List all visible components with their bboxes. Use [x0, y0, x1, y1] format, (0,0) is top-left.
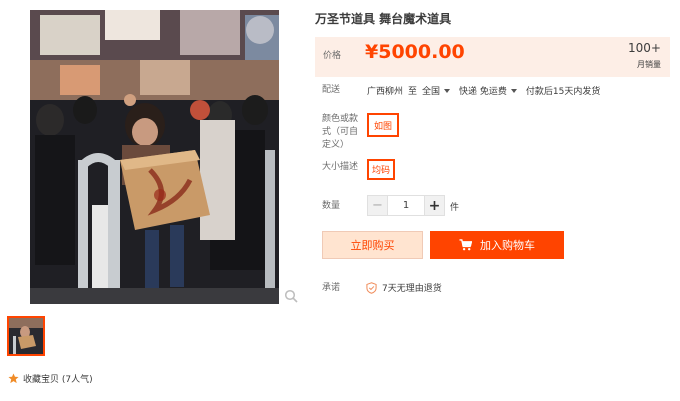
monthly-sales-count: 100+ [628, 41, 661, 55]
zoom-icon[interactable] [284, 289, 298, 303]
favorite-text: 收藏宝贝 (7人气) [23, 375, 93, 385]
product-thumbnail[interactable] [7, 316, 45, 356]
monthly-sales-label: 月销量 [637, 60, 661, 69]
ship-from: 广西柳州 [367, 87, 404, 97]
thumbnail-image [9, 318, 43, 354]
promise-text: 7天无理由退货 [382, 284, 442, 294]
promise-badge: 7天无理由退货 [366, 281, 442, 294]
quantity-unit: 件 [450, 203, 460, 213]
quantity-stepper: − 1 + [367, 195, 445, 216]
add-to-cart-button[interactable]: 加入购物车 [430, 231, 564, 259]
product-title: 万圣节道具 舞台魔术道具 [315, 12, 452, 26]
shipping-label: 配送 [322, 85, 341, 95]
dispatch-time: 付款后15天内发货 [525, 87, 601, 97]
quantity-decrease-button[interactable]: − [368, 196, 388, 215]
ship-method[interactable]: 快递 免运费 [459, 84, 507, 97]
star-icon [8, 373, 19, 384]
cart-icon [459, 239, 472, 251]
color-option-label: 颜色或款式（可自定义） [322, 114, 359, 150]
favorite-link[interactable]: 收藏宝贝 (7人气) [8, 372, 93, 385]
price-box: 价格 ¥5000.00 100+ 月销量 [315, 37, 670, 77]
quantity-input[interactable]: 1 [388, 196, 424, 215]
add-to-cart-label: 加入购物车 [480, 239, 535, 252]
shield-check-icon [366, 281, 377, 294]
main-product-image[interactable] [30, 10, 279, 304]
product-photo-scene [30, 10, 279, 304]
chevron-down-icon[interactable] [510, 88, 517, 93]
buy-now-button[interactable]: 立即购买 [322, 231, 423, 259]
ship-destination[interactable]: 全国 [422, 84, 440, 97]
promise-label: 承诺 [322, 283, 341, 293]
size-option-label: 大小描述 [322, 162, 359, 172]
color-option-selected[interactable]: 如图 [367, 113, 399, 137]
chevron-down-icon[interactable] [444, 88, 451, 93]
shipping-row: 广西柳州 至 全国 快递 免运费 付款后15天内发货 [367, 84, 600, 97]
size-option-selected[interactable]: 均码 [367, 159, 395, 180]
price-label: 价格 [323, 51, 342, 61]
price-value: ¥5000.00 [365, 41, 465, 63]
quantity-label: 数量 [322, 201, 341, 211]
ship-to-word: 至 [408, 87, 418, 97]
quantity-increase-button[interactable]: + [424, 196, 444, 215]
